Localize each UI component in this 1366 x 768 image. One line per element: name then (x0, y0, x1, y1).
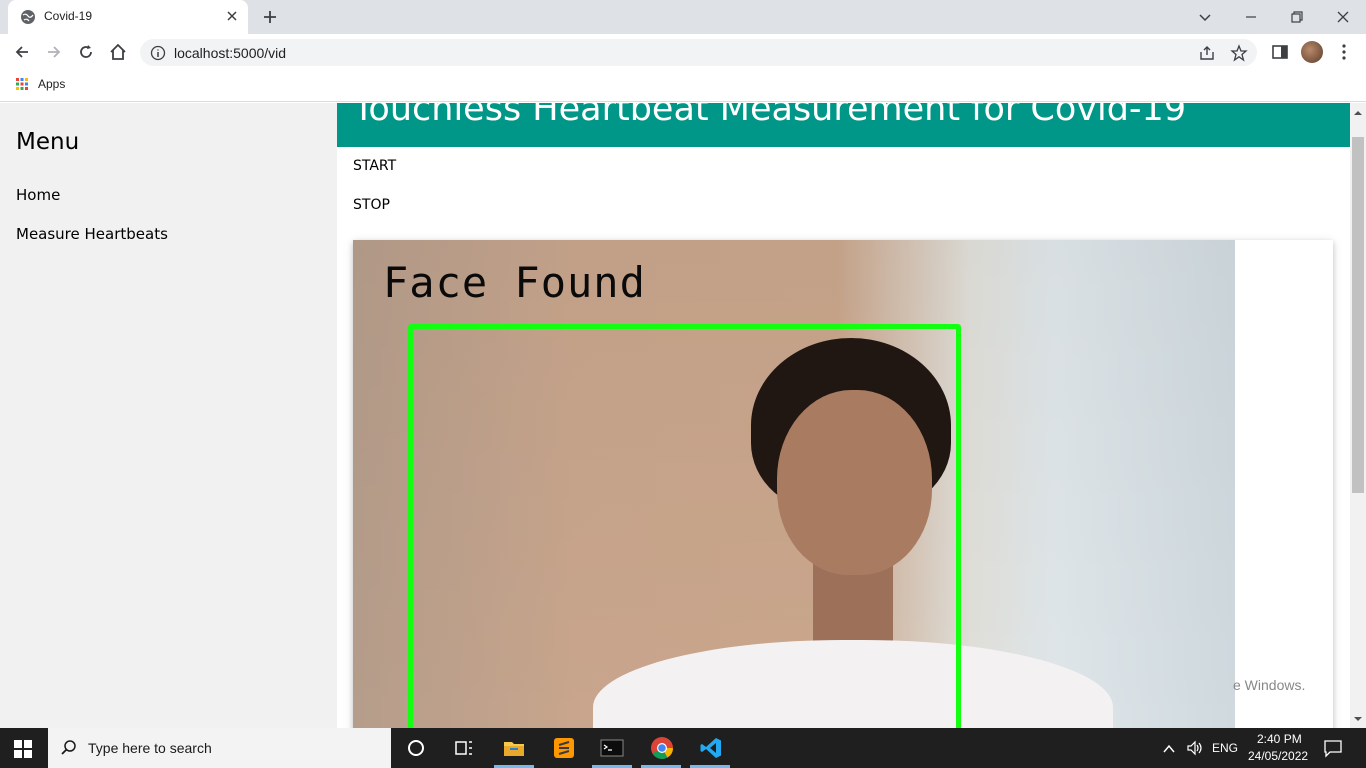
chrome-icon[interactable] (650, 736, 674, 760)
info-icon[interactable] (150, 45, 166, 61)
sidebar-menu: Menu Home Measure Heartbeats (0, 103, 337, 728)
side-panel-icon[interactable] (1270, 42, 1290, 62)
windows-taskbar: Type here to search ENG 2:40 PM 24/05/20… (0, 728, 1366, 768)
tab-title: Covid-19 (44, 9, 93, 23)
windows-start-icon[interactable] (14, 740, 32, 758)
terminal-icon[interactable] (600, 736, 624, 760)
cortana-icon[interactable] (404, 736, 428, 760)
scroll-thumb[interactable] (1352, 137, 1364, 493)
browser-toolbar: localhost:5000/vid (0, 34, 1366, 70)
tab-search-chevron-icon[interactable] (1193, 5, 1217, 29)
close-tab-icon[interactable] (224, 8, 240, 24)
back-arrow-icon[interactable] (12, 42, 32, 62)
page-header: Touchless Heartbeat Measurement for Covi… (337, 103, 1350, 147)
clock-time[interactable]: 2:40 PM (1257, 732, 1302, 746)
notification-center-icon[interactable] (1322, 737, 1344, 759)
stop-link[interactable]: STOP (353, 197, 390, 213)
sidebar-item-home[interactable]: Home (16, 186, 60, 204)
close-window-icon[interactable] (1331, 5, 1355, 29)
vscode-icon[interactable] (699, 736, 723, 760)
scroll-up-arrow-icon[interactable] (1354, 109, 1362, 117)
forward-arrow-icon[interactable] (44, 42, 64, 62)
address-bar[interactable]: localhost:5000/vid (140, 39, 1257, 66)
minimize-icon[interactable] (1239, 5, 1263, 29)
main-content: Touchless Heartbeat Measurement for Covi… (337, 103, 1350, 728)
activate-windows-watermark: e Windows. (1233, 677, 1306, 693)
apps-grid-icon[interactable] (16, 78, 28, 90)
sublime-text-icon[interactable] (552, 736, 576, 760)
search-icon (61, 740, 76, 755)
start-link[interactable]: START (353, 158, 396, 174)
tray-chevron-up-icon[interactable] (1160, 740, 1178, 758)
new-tab-icon[interactable] (260, 7, 280, 27)
sidebar-item-measure-heartbeats[interactable]: Measure Heartbeats (16, 225, 168, 243)
home-icon[interactable] (108, 42, 128, 62)
webcam-video-feed: Face Found (353, 240, 1235, 728)
kebab-menu-icon[interactable] (1334, 42, 1354, 62)
language-indicator[interactable]: ENG (1212, 741, 1238, 755)
browser-tab[interactable]: Covid-19 (8, 0, 248, 34)
menu-title: Menu (16, 129, 80, 155)
bookmark-star-icon[interactable] (1230, 44, 1248, 62)
globe-icon (21, 10, 35, 24)
taskbar-search-box[interactable]: Type here to search (48, 728, 391, 768)
reload-icon[interactable] (76, 42, 96, 62)
face-detection-box (408, 324, 961, 728)
scroll-down-arrow-icon[interactable] (1354, 715, 1362, 723)
browser-tab-strip: Covid-19 (0, 0, 1366, 34)
bookmarks-bar: Apps (0, 70, 1366, 102)
volume-icon[interactable] (1185, 738, 1205, 758)
file-explorer-icon[interactable] (502, 736, 526, 760)
face-found-overlay: Face Found (383, 258, 646, 307)
page-title: Touchless Heartbeat Measurement for Covi… (353, 103, 1187, 129)
restore-icon[interactable] (1285, 5, 1309, 29)
task-view-icon[interactable] (452, 736, 476, 760)
page-scrollbar[interactable] (1350, 103, 1366, 728)
apps-bookmark[interactable]: Apps (38, 77, 65, 91)
clock-date[interactable]: 24/05/2022 (1248, 749, 1308, 763)
profile-avatar[interactable] (1301, 41, 1323, 63)
url-text[interactable]: localhost:5000/vid (174, 45, 286, 61)
video-card: Face Found e Windows. (353, 240, 1333, 728)
share-icon[interactable] (1198, 44, 1216, 62)
search-placeholder: Type here to search (88, 740, 212, 756)
